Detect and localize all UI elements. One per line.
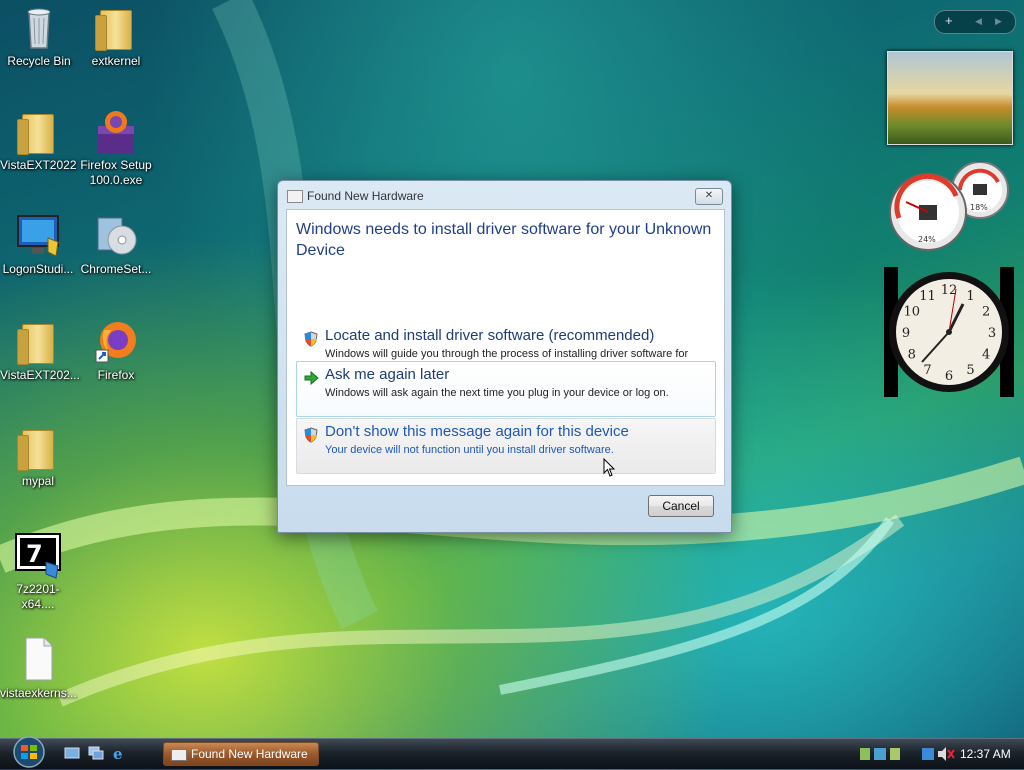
dialog-content: Windows needs to install driver software… (286, 209, 725, 486)
network-icon (874, 748, 886, 760)
sidebar-gadget-controls: + ◀ ▶ (934, 10, 1016, 34)
taskbar-button-label: Found New Hardware (191, 747, 308, 761)
clock-number: 9 (902, 326, 910, 341)
desktop-icon-vistaext202-zip[interactable]: VistaEXT202... (0, 318, 80, 383)
slideshow-gadget[interactable] (887, 51, 1013, 145)
option-description: Your device will not function until you … (325, 444, 614, 456)
green-arrow-icon (304, 370, 319, 386)
safely-remove-hardware-icon (860, 748, 870, 760)
system-tray: 12:37 AM (858, 741, 1024, 767)
setup-disc-icon (92, 212, 140, 260)
memory-usage-readout: 18% (970, 203, 988, 212)
cpu-usage-readout: 24% (918, 235, 936, 244)
desktop-icon-logonstudio[interactable]: LogonStudi... (0, 212, 76, 277)
desktop-icon-label: mypal (21, 474, 54, 488)
start-button[interactable] (8, 735, 50, 768)
recycle-bin-icon (15, 4, 63, 52)
previous-gadget-page-button[interactable]: ◀ (975, 16, 982, 27)
shield-icon (304, 331, 318, 347)
volume-icon (938, 747, 946, 761)
desktop-icon-label: ChromeSet... (80, 262, 152, 276)
desktop-icon-recycle-bin[interactable]: Recycle Bin (1, 4, 77, 69)
taskbar-clock[interactable]: 12:37 AM (960, 747, 1011, 761)
windows-security-icon (922, 748, 934, 760)
blank-file-icon (14, 636, 62, 684)
switch-windows-icon[interactable] (88, 746, 104, 760)
clock-number: 8 (908, 348, 916, 363)
dialog-title: Found New Hardware (307, 189, 424, 203)
clock-number: 7 (923, 363, 931, 378)
clock-number: 4 (982, 348, 990, 363)
taskbar-button-found-new-hardware[interactable]: Found New Hardware (163, 742, 319, 766)
desktop-icon-label: extkernel (91, 54, 141, 68)
window-app-icon (171, 749, 187, 761)
folder-icon (14, 424, 62, 472)
tray-icons (860, 747, 955, 761)
cpu-meter-gadget[interactable]: 18% 24% (886, 162, 1016, 252)
desktop-icon-label: VistaEXT2022 (0, 158, 77, 172)
option-dont-show-again[interactable]: Don't show this message again for this d… (296, 418, 716, 474)
power-icon (890, 748, 900, 760)
internet-explorer-icon[interactable]: e (112, 746, 128, 760)
clock-number: 5 (966, 363, 974, 378)
clock-number: 2 (982, 305, 990, 320)
close-button[interactable]: ✕ (695, 188, 723, 205)
svg-text:e: e (113, 746, 123, 760)
taskbar: e Found New Hardware 12:37 AM (0, 738, 1024, 769)
next-gadget-page-button[interactable]: ▶ (995, 16, 1002, 27)
cancel-button[interactable]: Cancel (648, 495, 714, 517)
shield-icon (304, 427, 318, 443)
logonstudio-icon (14, 212, 62, 260)
desktop-icon-vistaext2022[interactable]: VistaEXT2022 (0, 108, 77, 173)
desktop-icon-extkernel[interactable]: extkernel (78, 4, 154, 69)
clock-number: 11 (919, 289, 936, 304)
desktop-icon-label: 7z2201-x64.... (16, 582, 60, 611)
option-description: Windows will ask again the next time you… (325, 387, 669, 399)
firefox-installer-icon (92, 108, 140, 156)
dialog-titlebar[interactable]: Found New Hardware ✕ (278, 181, 731, 209)
desktop-icon-chromesetup[interactable]: ChromeSet... (78, 212, 154, 277)
clock-number: 3 (988, 326, 996, 341)
desktop-icon-label: Firefox (97, 368, 135, 382)
zip-folder-icon (14, 318, 62, 366)
7zip-icon: 7 (14, 532, 62, 580)
option-title: Don't show this message again for this d… (325, 423, 629, 440)
desktop-icon-mypal[interactable]: mypal (0, 424, 76, 489)
muted-icon (947, 749, 955, 759)
option-title: Ask me again later (325, 366, 450, 383)
desktop-icon-firefox-setup[interactable]: Firefox Setup 100.0.exe (78, 108, 154, 188)
show-desktop-icon[interactable] (64, 746, 80, 760)
window-app-icon (287, 190, 303, 203)
clock-number: 1 (966, 289, 974, 304)
desktop-icon-firefox[interactable]: Firefox (78, 318, 154, 383)
mouse-cursor-icon (603, 458, 616, 477)
folder-icon (92, 4, 140, 52)
desktop-icon-label: LogonStudi... (2, 262, 74, 276)
option-ask-again-later[interactable]: Ask me again later Windows will ask agai… (296, 361, 716, 417)
desktop-icon-vistaexkerns[interactable]: vistaexkerns... (0, 636, 77, 701)
firefox-icon (92, 318, 140, 366)
found-new-hardware-dialog: Found New Hardware ✕ Windows needs to in… (277, 180, 732, 533)
folder-icon (14, 108, 62, 156)
desktop-icon-label: Recycle Bin (7, 54, 71, 68)
option-title: Locate and install driver software (reco… (325, 327, 655, 344)
clock-number: 6 (945, 369, 953, 384)
svg-text:7: 7 (26, 540, 43, 568)
clock-gadget[interactable]: 12 1234567891011 (884, 267, 1014, 397)
desktop-icon-label: vistaexkerns... (0, 686, 77, 700)
clock-number: 10 (904, 305, 921, 320)
desktop-icon-label: VistaEXT202... (0, 368, 80, 382)
desktop-icon-7zip-installer[interactable]: 7 7z2201-x64.... (0, 532, 76, 612)
add-gadget-button[interactable]: + (945, 13, 953, 28)
dialog-heading: Windows needs to install driver software… (296, 221, 712, 259)
desktop-icon-label: Firefox Setup 100.0.exe (80, 158, 152, 187)
